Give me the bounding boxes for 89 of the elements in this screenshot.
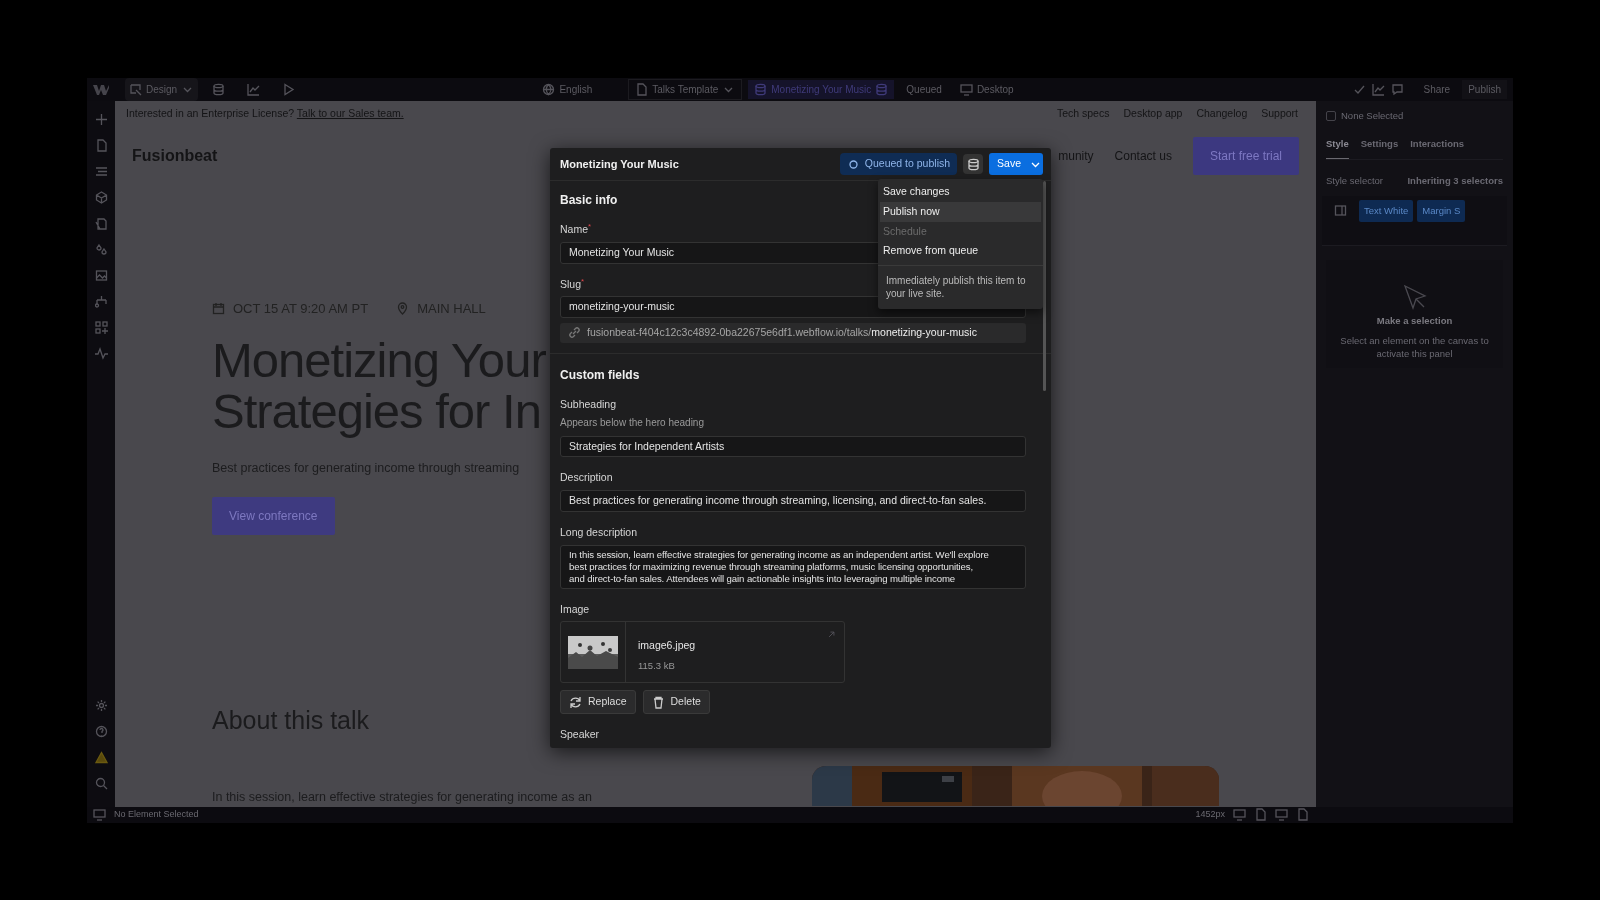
menu-item[interactable]: Save changes — [880, 182, 1041, 202]
menu-item: Schedule — [882, 223, 928, 239]
image-icon[interactable] — [94, 269, 108, 282]
section-heading: Custom fields — [560, 366, 640, 384]
locale-selector[interactable]: English — [536, 80, 599, 99]
start-trial-button[interactable]: Start free trial — [1192, 137, 1299, 175]
selector-label: Style selector — [1326, 173, 1384, 188]
play-icon[interactable] — [282, 83, 296, 96]
desktop-icon — [959, 83, 973, 96]
class-chip[interactable]: Margin S — [1417, 199, 1466, 222]
schedule-button[interactable] — [963, 154, 984, 174]
share-button[interactable]: Share — [1417, 80, 1457, 99]
panel-tab[interactable]: Style — [1326, 137, 1349, 159]
canvas-width: 1452px — [1195, 808, 1225, 821]
navigator-icon[interactable] — [94, 165, 108, 178]
class-chip[interactable]: Text White — [1359, 199, 1414, 222]
page-icon[interactable] — [94, 139, 108, 152]
phone-icon[interactable] — [1296, 808, 1309, 822]
brand-logo[interactable]: Fusionbeat — [132, 144, 218, 168]
pulse-icon[interactable] — [94, 347, 108, 360]
flow-icon[interactable] — [94, 295, 108, 308]
calendar-icon — [212, 302, 225, 316]
warning-icon[interactable] — [94, 750, 108, 764]
long-description-field[interactable]: In this session, learn effective strategies for generating income as an independent artist. We'll explore best practices for maximizing revenue through streaming platforms, music licensing opportunities, and direct-to-fan sales. Attendees will gain actionable insights into leveraging multiple income — [560, 544, 1026, 589]
search-icon[interactable] — [94, 776, 108, 790]
check-icon[interactable] — [1352, 83, 1366, 96]
delete-button[interactable]: Delete — [642, 690, 710, 714]
field-label: Slug$^{*}$ — [560, 276, 585, 292]
file-size: 115.3 kB — [638, 659, 676, 673]
layers-icon[interactable] — [94, 217, 108, 230]
grid-plus-icon[interactable] — [94, 321, 108, 334]
menu-item[interactable]: Publish now — [880, 201, 1041, 222]
status-badge: Queued to publish — [839, 153, 958, 175]
empty-state-title: Make a selection — [1375, 313, 1454, 328]
field-label: Subheading — [560, 396, 617, 412]
panel-tab[interactable]: Settings — [1360, 137, 1399, 159]
desktop-icon[interactable] — [1233, 808, 1246, 822]
selection-label: None Selected — [1341, 109, 1404, 123]
publish-button[interactable]: Publish — [1462, 80, 1507, 99]
open-link-icon[interactable] — [827, 630, 836, 640]
scrollbar[interactable] — [1043, 181, 1046, 391]
pin-icon — [396, 302, 410, 316]
cursor-icon — [129, 83, 142, 96]
empty-state-text: Select an element on the canvas to activate this panel — [1339, 334, 1490, 360]
database-icon — [754, 83, 768, 96]
template-selector[interactable]: Talks Template — [628, 79, 743, 100]
checkbox[interactable] — [1326, 111, 1336, 122]
database-icon[interactable] — [212, 83, 226, 96]
section-heading: Basic info — [560, 192, 618, 209]
refresh-icon — [569, 695, 582, 709]
field-label: Name$^{*}$ — [560, 222, 592, 237]
text-field[interactable]: Best practices for generating income through streaming, licensing, and direct-to-fan sales. — [560, 490, 1026, 512]
link-icon — [568, 326, 581, 340]
panel-tab[interactable]: Interactions — [1410, 137, 1465, 159]
comment-icon[interactable] — [1390, 83, 1404, 96]
status-text: No Element Selected — [114, 808, 199, 821]
page-icon — [635, 83, 649, 96]
cube-icon[interactable] — [94, 191, 108, 204]
chart-icon[interactable] — [247, 83, 261, 96]
element-icon — [93, 808, 106, 822]
help-icon[interactable] — [94, 724, 108, 738]
selector-icon[interactable] — [1334, 203, 1347, 217]
trash-icon — [651, 695, 665, 709]
collection-item-tab[interactable]: Monetizing Your Music — [748, 80, 895, 99]
field-label: Long description — [560, 524, 638, 540]
status-label: Queued — [905, 83, 943, 97]
status-icon — [846, 157, 860, 171]
view-conference-button[interactable]: View conference — [212, 497, 335, 536]
field-label: Speaker — [560, 727, 600, 742]
globe-icon — [542, 83, 556, 96]
design-mode-dropdown[interactable]: Design — [125, 78, 199, 101]
text-field[interactable]: Strategies for Independent Artists — [560, 435, 1026, 458]
chart-icon[interactable] — [1371, 83, 1385, 96]
inheriting-label: Inheriting 3 selectors — [1407, 173, 1503, 188]
replace-button[interactable]: Replace — [560, 690, 636, 714]
drops-icon[interactable] — [94, 243, 108, 256]
add-icon[interactable] — [94, 113, 108, 126]
tablet-icon[interactable] — [1275, 808, 1288, 822]
file-name: image6.jpeg — [638, 638, 696, 654]
field-label: Description — [560, 470, 613, 486]
breakpoint-selector[interactable]: Desktop — [953, 80, 1020, 99]
database-icon — [966, 157, 980, 171]
field-help: Appears below the hero heading — [560, 415, 704, 430]
logo-icon[interactable] — [93, 84, 109, 95]
dialog-title: Monetizing Your Music — [560, 156, 679, 172]
field-label: Image — [560, 601, 590, 617]
page-icon[interactable] — [1254, 808, 1267, 822]
database-icon — [875, 83, 889, 96]
settings-icon[interactable] — [94, 698, 108, 712]
